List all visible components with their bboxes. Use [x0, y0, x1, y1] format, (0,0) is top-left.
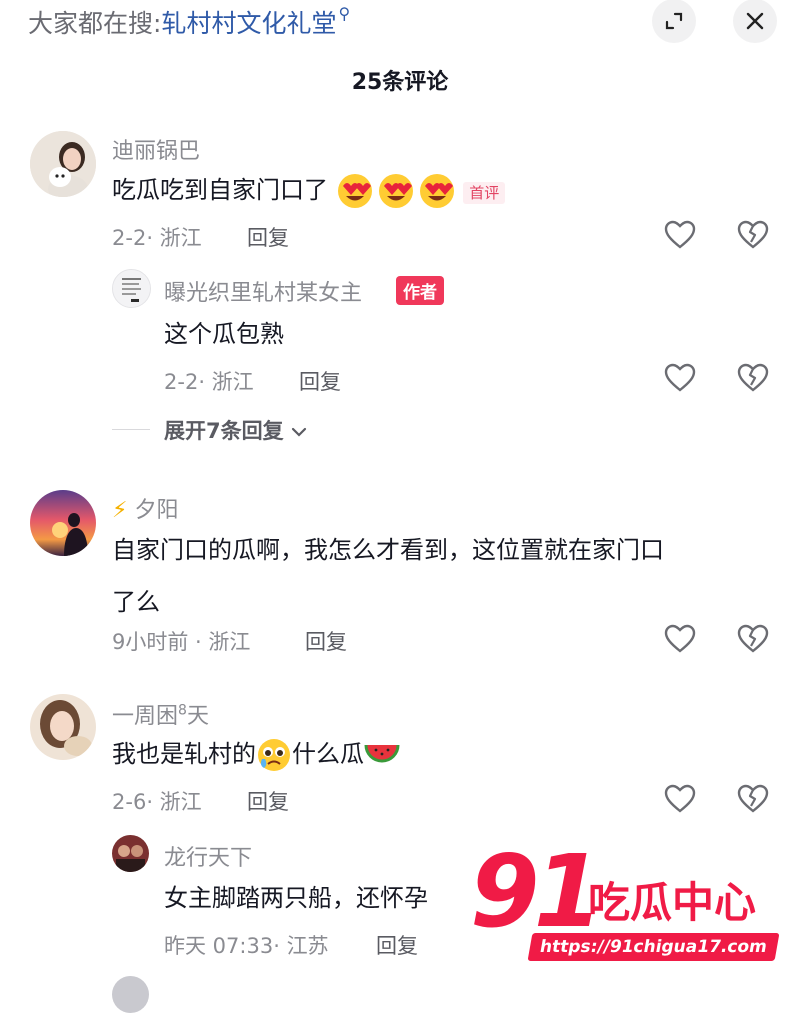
- reply-meta: 昨天 07:33· 江苏: [164, 934, 329, 958]
- comment-text-line: 自家门口的瓜啊，我怎么才看到，这位置就在家门口: [112, 536, 664, 564]
- comment-meta: 9小时前 · 浙江: [112, 630, 251, 654]
- search-prefix-label: 大家都在搜:: [28, 9, 162, 38]
- search-icon: ⚲: [338, 4, 351, 23]
- broken-heart-icon: [737, 784, 769, 813]
- reply-location: 江苏: [286, 934, 329, 958]
- search-term-link[interactable]: 轧村村文化礼堂: [161, 9, 336, 38]
- username-suffix: 天: [186, 704, 209, 729]
- reply-button[interactable]: 回复: [247, 222, 289, 252]
- chevron-down-icon: [291, 427, 307, 437]
- comment-meta: 2-2· 浙江: [112, 226, 202, 250]
- reply-meta: 2-2· 浙江: [164, 370, 254, 394]
- dislike-button[interactable]: [737, 220, 769, 254]
- watermark-url: https://91chigua17.com: [527, 933, 780, 961]
- like-button[interactable]: [664, 624, 696, 658]
- expand-divider: [112, 429, 150, 430]
- avatar-girl-image: [30, 694, 96, 760]
- dislike-button[interactable]: [737, 363, 769, 397]
- expand-replies-button[interactable]: 展开7条回复: [164, 415, 307, 445]
- watermelon-emoji-icon: [364, 744, 400, 763]
- comment-text-body: 吃瓜吃到自家门口了: [112, 176, 328, 204]
- broken-heart-icon: [737, 624, 769, 653]
- reply-button[interactable]: 回复: [247, 786, 289, 816]
- dislike-button[interactable]: [737, 624, 769, 658]
- author-badge: 作者: [396, 276, 444, 305]
- avatar-document-image: [113, 270, 150, 307]
- like-button[interactable]: [664, 220, 696, 254]
- watermark-logo: 91 吃瓜中心 https://91chigua17.com: [470, 837, 780, 975]
- broken-heart-icon: [737, 363, 769, 392]
- like-button[interactable]: [664, 784, 696, 818]
- close-button[interactable]: [733, 0, 777, 43]
- heart-eyes-emoji-icon: [337, 174, 454, 208]
- broken-heart-icon: [737, 220, 769, 249]
- reply-date: 昨天 07:33: [164, 934, 274, 958]
- comment-location: 浙江: [159, 790, 202, 814]
- username-superscript: 8: [178, 702, 187, 719]
- comment-date: 2-2: [112, 226, 147, 250]
- avatar-group-photo-image: [112, 835, 149, 872]
- reply-avatar[interactable]: [112, 976, 149, 1013]
- reply-button[interactable]: 回复: [305, 626, 347, 656]
- watermark-number: 91: [470, 833, 603, 950]
- comment-meta: 2-6· 浙江: [112, 790, 202, 814]
- expand-icon: [665, 12, 683, 30]
- comment-text: 吃瓜吃到自家门口了 首评: [112, 164, 506, 219]
- heart-outline-icon: [664, 363, 696, 392]
- first-comment-badge: 首评: [463, 182, 506, 204]
- comment-date: 2-6: [112, 790, 147, 814]
- comment-date: 9小时前: [112, 630, 189, 654]
- heart-outline-icon: [664, 624, 696, 653]
- comment-text-line: 了么: [112, 588, 160, 616]
- comment-username[interactable]: ⚡ 夕阳: [112, 492, 178, 524]
- lightning-emoji-icon: ⚡: [112, 498, 128, 523]
- comment-username-label: 一周困: [112, 704, 179, 729]
- comment-username-label: 夕阳: [134, 498, 179, 523]
- reply-date: 2-2: [164, 370, 199, 394]
- comment-text: 自家门口的瓜啊，我怎么才看到，这位置就在家门口 了么: [112, 524, 772, 628]
- comments-count-title: 25条评论: [351, 70, 449, 95]
- reply-username[interactable]: 曝光织里轧村某女主: [164, 275, 362, 307]
- close-icon: [746, 12, 764, 30]
- reply-text: 这个瓜包熟: [164, 320, 284, 348]
- avatar[interactable]: [30, 131, 96, 197]
- reply-avatar[interactable]: [112, 269, 151, 308]
- expand-replies-label: 展开7条回复: [164, 419, 284, 443]
- comment-location: 浙江: [159, 226, 202, 250]
- reply-avatar[interactable]: [112, 835, 149, 872]
- watermark-brand: 吃瓜中心: [588, 878, 757, 927]
- comment-text-body: 什么瓜: [292, 740, 364, 768]
- comment-username[interactable]: 一周困8天: [112, 698, 209, 730]
- expand-button[interactable]: [652, 0, 696, 43]
- avatar[interactable]: [30, 694, 96, 760]
- heart-eyes-emoji-group: [336, 174, 464, 208]
- dislike-button[interactable]: [737, 784, 769, 818]
- reply-location: 浙江: [211, 370, 254, 394]
- pleading-tear-emoji-icon: [258, 739, 290, 771]
- search-suggestion[interactable]: 大家都在搜:轧村村文化礼堂 ⚲: [28, 4, 350, 40]
- heart-outline-icon: [664, 784, 696, 813]
- reply-button[interactable]: 回复: [299, 366, 341, 396]
- reply-username[interactable]: 龙行天下: [164, 840, 252, 872]
- heart-outline-icon: [664, 220, 696, 249]
- avatar[interactable]: [30, 490, 96, 556]
- reply-text: 女主脚踏两只船，还怀孕: [164, 884, 428, 912]
- reply-button[interactable]: 回复: [376, 930, 418, 960]
- comment-location: 浙江: [208, 630, 251, 654]
- comment-username[interactable]: 迪丽锅巴: [112, 133, 200, 165]
- avatar-sunset-image: [30, 490, 96, 556]
- comment-text-body: 我也是轧村的: [112, 740, 256, 768]
- like-button[interactable]: [664, 363, 696, 397]
- comment-text: 我也是轧村的 什么瓜: [112, 728, 400, 780]
- avatar-girl-with-dog-image: [30, 131, 96, 197]
